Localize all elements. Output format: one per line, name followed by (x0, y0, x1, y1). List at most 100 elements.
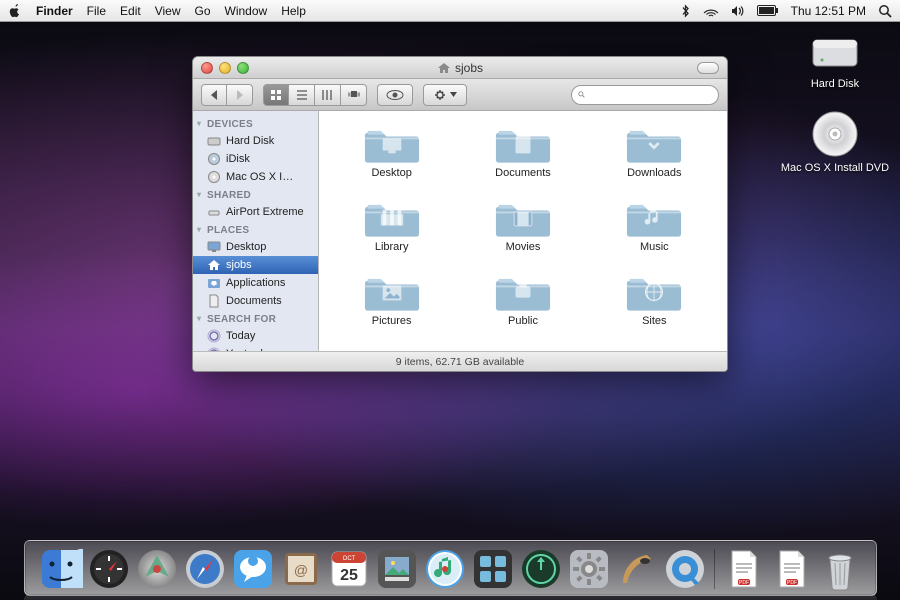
folder-label: Pictures (372, 315, 412, 327)
sidebar-section-header[interactable]: DEVICES (193, 115, 318, 132)
battery-icon[interactable] (757, 5, 779, 16)
sidebar-section-header[interactable]: SHARED (193, 186, 318, 203)
icon-view-button[interactable] (263, 84, 289, 106)
home-icon (207, 258, 221, 272)
dock-addressbook[interactable]: @ (279, 547, 323, 591)
sidebar-item-label: sjobs (226, 259, 252, 271)
menu-file[interactable]: File (87, 4, 106, 18)
sidebar-item-hard-disk[interactable]: Hard Disk (193, 132, 318, 150)
folder-pictures[interactable]: Pictures (331, 271, 452, 327)
close-button[interactable] (201, 62, 213, 74)
menu-view[interactable]: View (155, 4, 181, 18)
desktop-icon-label: Mac OS X Install DVD (781, 162, 889, 174)
sidebar-item-label: Applications (226, 277, 285, 289)
airport-icon[interactable] (703, 5, 719, 17)
sidebar-item-label: Documents (226, 295, 282, 307)
dvd-icon (207, 170, 221, 184)
folder-sites[interactable]: Sites (594, 271, 715, 327)
action-group (423, 84, 467, 106)
folder-label: Music (640, 241, 669, 253)
sidebar-item-idisk[interactable]: iDisk (193, 150, 318, 168)
folder-icon (364, 123, 420, 165)
sidebar-item-applications[interactable]: Applications (193, 274, 318, 292)
content-area[interactable]: Desktop Documents Downloads Library Movi… (319, 111, 727, 351)
dock-itunes[interactable] (423, 547, 467, 591)
toolbar-toggle-button[interactable] (697, 62, 719, 74)
desktop-icons: Hard Disk Mac OS X Install DVD (780, 30, 890, 174)
apple-menu[interactable] (8, 4, 22, 18)
sidebar-section-header[interactable]: PLACES (193, 221, 318, 238)
dock-ichat[interactable] (231, 547, 275, 591)
forward-button[interactable] (227, 84, 253, 106)
dock-spaces[interactable] (471, 547, 515, 591)
quicklook-button[interactable] (377, 84, 413, 106)
folder-library[interactable]: Library (331, 197, 452, 253)
list-view-button[interactable] (289, 84, 315, 106)
clock[interactable]: Thu 12:51 PM (791, 4, 866, 18)
dock-preview[interactable] (375, 547, 419, 591)
bluetooth-icon[interactable] (681, 4, 691, 18)
volume-icon[interactable] (731, 5, 745, 17)
folder-music[interactable]: Music (594, 197, 715, 253)
dock: @OCT25 PDFPDF (24, 540, 877, 596)
folder-icon (364, 271, 420, 313)
airport-icon (207, 205, 221, 219)
dvd-icon (809, 108, 861, 160)
docs-icon (207, 294, 221, 308)
menu-edit[interactable]: Edit (120, 4, 141, 18)
dock-systemprefs[interactable] (567, 547, 611, 591)
dock-garageband[interactable] (615, 547, 659, 591)
home-icon (437, 62, 451, 74)
sidebar-item-mac-os-x-i-[interactable]: Mac OS X I… (193, 168, 318, 186)
dock-safari[interactable] (183, 547, 227, 591)
dock-finder[interactable] (39, 547, 83, 591)
dock-ical[interactable]: OCT25 (327, 547, 371, 591)
window-title: sjobs (193, 61, 727, 75)
dock-dashboard[interactable] (87, 547, 131, 591)
sidebar-item-documents[interactable]: Documents (193, 292, 318, 310)
desktop-icon-install-dvd[interactable]: Mac OS X Install DVD (781, 108, 889, 174)
folder-label: Movies (506, 241, 541, 253)
menubar: Finder File Edit View Go Window Help Thu… (0, 0, 900, 22)
toolbar (193, 79, 727, 111)
folder-public[interactable]: Public (462, 271, 583, 327)
desktop-icon-hard-disk[interactable]: Hard Disk (809, 30, 861, 90)
minimize-button[interactable] (219, 62, 231, 74)
zoom-button[interactable] (237, 62, 249, 74)
titlebar[interactable]: sjobs (193, 57, 727, 79)
dock-trash[interactable] (818, 547, 862, 591)
column-view-button[interactable] (315, 84, 341, 106)
back-button[interactable] (201, 84, 227, 106)
folder-desktop[interactable]: Desktop (331, 123, 452, 179)
folder-icon (626, 123, 682, 165)
search-field[interactable] (571, 85, 719, 105)
sidebar-item-sjobs[interactable]: sjobs (193, 256, 318, 274)
dock-container: @OCT25 PDFPDF (0, 540, 900, 596)
dock-mail[interactable] (135, 547, 179, 591)
folder-documents[interactable]: Documents (462, 123, 583, 179)
sidebar-item-desktop[interactable]: Desktop (193, 238, 318, 256)
dock-doc1[interactable]: PDF (722, 547, 766, 591)
coverflow-view-button[interactable] (341, 84, 367, 106)
sidebar-item-today[interactable]: Today (193, 327, 318, 345)
desktop-icon-label: Hard Disk (811, 78, 859, 90)
search-input[interactable] (589, 89, 712, 101)
apps-icon (207, 276, 221, 290)
action-button[interactable] (423, 84, 467, 106)
dock-doc2[interactable]: PDF (770, 547, 814, 591)
folder-label: Documents (495, 167, 551, 179)
app-menu[interactable]: Finder (36, 4, 73, 18)
menu-window[interactable]: Window (225, 4, 268, 18)
sidebar-item-yesterday[interactable]: Yesterday (193, 345, 318, 351)
folder-downloads[interactable]: Downloads (594, 123, 715, 179)
menu-help[interactable]: Help (281, 4, 306, 18)
spotlight-icon[interactable] (878, 4, 892, 18)
folder-icon (495, 123, 551, 165)
menu-go[interactable]: Go (195, 4, 211, 18)
sidebar-item-airport-extreme[interactable]: AirPort Extreme (193, 203, 318, 221)
dock-quicktime[interactable] (663, 547, 707, 591)
folder-movies[interactable]: Movies (462, 197, 583, 253)
sidebar-section-header[interactable]: SEARCH FOR (193, 310, 318, 327)
dock-timemachine[interactable] (519, 547, 563, 591)
finder-window: sjobs DEVICESHard DiskiDiskMac OS X I…SH… (192, 56, 728, 372)
